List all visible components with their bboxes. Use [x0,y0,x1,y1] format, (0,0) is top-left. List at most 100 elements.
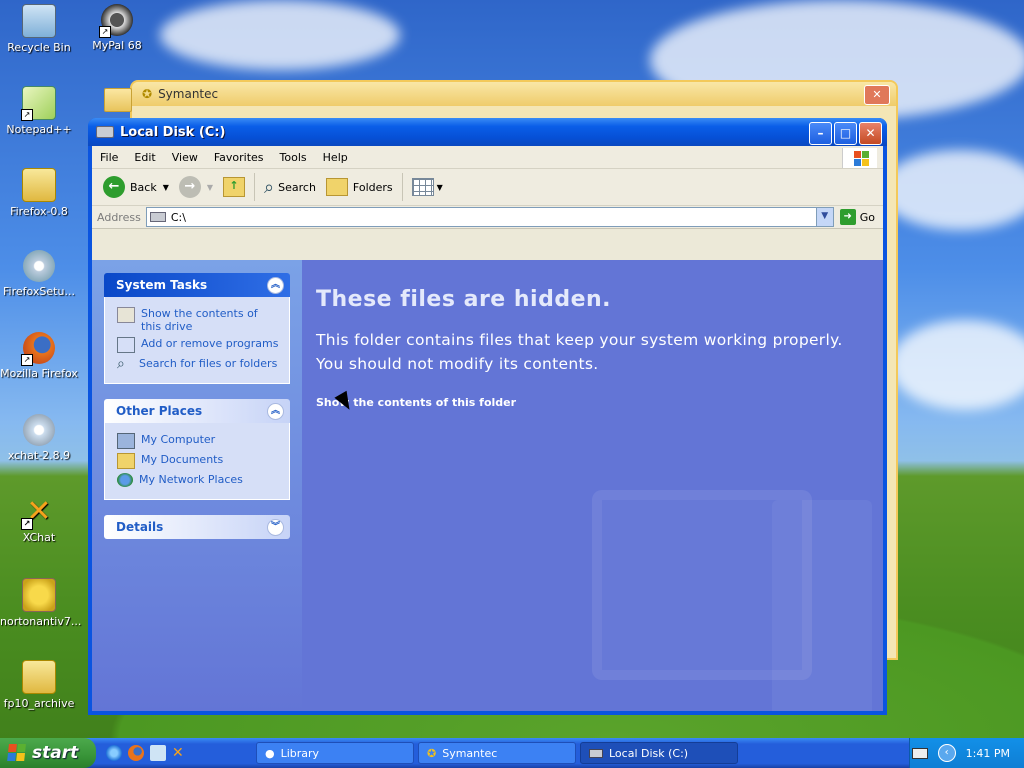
system-tasks-body: Show the contents of this drive Add or r… [104,297,290,384]
address-bar: Address C:\ ▼ ➜ Go [92,206,883,229]
details-header[interactable]: Details ︾ [104,515,290,539]
place-label: My Documents [141,453,224,466]
back-button[interactable]: ← Back ▼ [98,172,174,202]
close-button[interactable]: ✕ [859,122,882,145]
watermark-tower [772,500,872,711]
explorer-body: System Tasks ︽ Show the contents of this… [92,260,883,711]
desktop-icon-norton[interactable]: nortonantiv7... [0,578,82,628]
internet-explorer-icon[interactable] [106,745,122,761]
menu-tools[interactable]: Tools [272,151,315,164]
go-arrow-icon: ➜ [839,209,856,225]
taskbar: start ✕ ● Library ✪ Symantec Local Disk … [0,738,1024,768]
quick-launch: ✕ [106,745,256,761]
explorer-window[interactable]: Local Disk (C:) – □ ✕ File Edit View Fav… [88,118,887,715]
address-dropdown-button[interactable]: ▼ [815,208,833,226]
task-search-files[interactable]: ⌕ Search for files or folders [117,357,281,371]
windows-logo-icon [842,148,877,168]
symantec-titlebar[interactable]: ✪ Symantec [132,82,896,106]
desktop-icon-notepadpp[interactable]: ↗ Notepad++ [0,86,78,136]
show-folder-contents-link[interactable]: Show the contents of this folder [316,396,883,409]
window-titlebar[interactable]: Local Disk (C:) – □ ✕ [88,118,887,146]
task-symantec[interactable]: ✪ Symantec [418,742,576,764]
local-disk-icon [96,126,114,138]
show-desktop-icon[interactable] [150,745,166,761]
search-icon: ⌕ [117,356,125,372]
collapse-chevron-icon[interactable]: ︽ [267,276,284,294]
symantec-close-button[interactable]: ✕ [864,85,890,105]
cloud [890,320,1024,410]
other-places-header[interactable]: Other Places ︽ [104,399,290,423]
desktop-icon-label: Recycle Bin [7,41,71,54]
search-button[interactable]: ⌕ Search [259,172,321,202]
norton-installer-icon [22,578,56,612]
desktop-icon-recycle-bin[interactable]: Recycle Bin [0,4,78,54]
collapse-chevron-icon[interactable]: ︽ [267,402,284,420]
symantec-title: Symantec [158,87,219,101]
show-hidden-icons-button[interactable]: ‹ [937,744,956,762]
installer-cd-icon [23,250,55,282]
system-tasks-header[interactable]: System Tasks ︽ [104,273,290,297]
keyboard-icon[interactable] [911,747,928,759]
desktop-icon-label: Notepad++ [6,123,72,136]
menu-view[interactable]: View [164,151,206,164]
views-button[interactable]: ▼ [407,172,448,202]
menu-file[interactable]: File [92,151,126,164]
hidden-files-content: These files are hidden. This folder cont… [302,260,883,711]
desktop-icon-label: fp10_archive [3,697,75,710]
notepad-plus-plus-icon: ↗ [21,86,56,121]
mypal-icon: ● [265,746,275,760]
windows-flag-icon [7,744,27,762]
window-title: Local Disk (C:) [120,124,226,140]
place-label: My Network Places [139,473,243,486]
menu-edit[interactable]: Edit [126,151,163,164]
desktop-icon-xchat-installer[interactable]: xchat-2.8.9 [0,414,78,462]
up-button[interactable]: ↑ [218,172,250,202]
task-show-contents[interactable]: Show the contents of this drive [117,307,281,333]
menu-favorites[interactable]: Favorites [206,151,272,164]
forward-button[interactable]: → ▼ [174,172,218,202]
xchat-icon[interactable]: ✕ [172,745,188,761]
folders-label: Folders [352,180,393,194]
desktop-icon-mypal[interactable]: ↗ MyPal 68 [78,4,156,52]
address-input[interactable]: C:\ ▼ [145,207,834,227]
go-label: Go [859,210,875,224]
add-remove-programs-icon [117,337,135,353]
views-icon [411,178,434,196]
other-places-title: Other Places [116,404,203,418]
toolbar-separator [254,173,256,201]
minimize-button[interactable]: – [809,122,832,145]
zip-archive-icon [22,168,56,202]
local-disk-icon [589,748,603,758]
start-button[interactable]: start [0,738,96,768]
folders-button[interactable]: Folders [321,172,398,202]
recycle-bin-icon [22,4,56,38]
window-client: File Edit View Favorites Tools Help ← Ba… [92,146,883,711]
cloud [160,0,400,70]
go-button[interactable]: ➜ Go [834,209,883,225]
expand-chevron-icon[interactable]: ︾ [267,518,284,536]
place-my-network-places[interactable]: My Network Places [117,473,281,487]
network-places-icon [117,473,133,487]
task-library[interactable]: ● Library [256,742,414,764]
task-add-remove-programs[interactable]: Add or remove programs [117,337,281,353]
place-my-computer[interactable]: My Computer [117,433,281,449]
zip-archive-icon [22,660,56,694]
desktop-icon-label: nortonantiv7... [0,615,82,628]
task-label: Show the contents of this drive [141,307,258,333]
desktop-icon-fp10[interactable]: fp10_archive [0,660,78,710]
clock[interactable]: 1:41 PM [966,747,1010,760]
place-my-documents[interactable]: My Documents [117,453,281,469]
firefox-icon[interactable] [128,745,144,761]
show-contents-icon [117,307,135,323]
task-local-disk[interactable]: Local Disk (C:) [580,742,738,764]
address-label: Address [97,210,141,224]
desktop-icon-firefox08[interactable]: Firefox-0.8 [0,168,78,218]
installer-cd-icon [23,414,55,446]
menu-help[interactable]: Help [315,151,356,164]
menu-bar: File Edit View Favorites Tools Help [92,146,883,169]
desktop-icon-xchat[interactable]: ✕ ↗ XChat [0,496,78,544]
desktop-icon-firefoxsetup[interactable]: FirefoxSetu... [0,250,78,298]
desktop-icon-mozilla-firefox[interactable]: ↗ Mozilla Firefox [0,332,78,380]
search-icon: ⌕ [264,176,275,198]
maximize-button[interactable]: □ [834,122,857,145]
